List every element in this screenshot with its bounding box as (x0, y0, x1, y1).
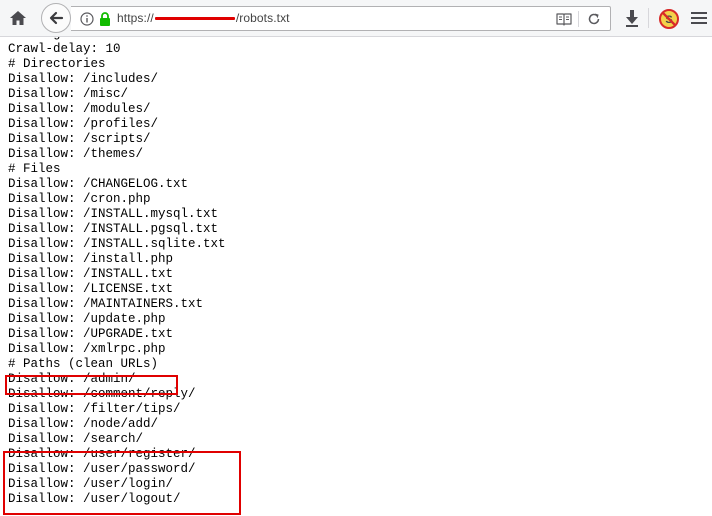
robots-line: Disallow: /INSTALL.pgsql.txt (8, 222, 219, 236)
url-suffix: /robots.txt (235, 11, 290, 25)
lock-icon[interactable] (99, 11, 111, 27)
robots-line: Disallow: /UPGRADE.txt (8, 327, 174, 341)
reader-view-icon[interactable] (555, 11, 573, 27)
robots-line: # Paths (clean URLs) (8, 357, 159, 371)
robots-line: Disallow: /CHANGELOG.txt (8, 177, 189, 191)
noscript-icon[interactable]: S (658, 8, 680, 30)
robots-line: Disallow: /update.php (8, 312, 166, 326)
robots-line: Disallow: /install.php (8, 252, 174, 266)
robots-line: Disallow: /node/add/ (8, 417, 159, 431)
urlbar-separator (578, 11, 579, 27)
robots-line: Crawl-delay: 10 (8, 42, 121, 56)
highlight-admin-box (5, 375, 178, 395)
robots-line: Disallow: /INSTALL.txt (8, 267, 174, 281)
robots-line: Disallow: /filter/tips/ (8, 402, 181, 416)
info-icon[interactable] (80, 12, 94, 26)
robots-line: Disallow: /profiles/ (8, 117, 159, 131)
robots-line: Disallow: /includes/ (8, 72, 159, 86)
robots-line: Disallow: /search/ (8, 432, 144, 446)
menu-icon[interactable] (690, 10, 708, 26)
redaction-mark (154, 17, 235, 21)
toolbar-separator (648, 8, 649, 28)
robots-line: Disallow: /INSTALL.sqlite.txt (8, 237, 226, 251)
robots-line: # Directories (8, 57, 106, 71)
robots-line: Disallow: /LICENSE.txt (8, 282, 174, 296)
highlight-user-paths-box (3, 451, 241, 515)
robots-line: # Files (8, 162, 61, 176)
back-button[interactable] (41, 3, 71, 33)
robots-line: Disallow: /misc/ (8, 87, 129, 101)
download-icon[interactable] (624, 9, 640, 27)
browser-toolbar: https:// /robots.txt S (0, 0, 712, 37)
robots-line: Disallow: /themes/ (8, 147, 144, 161)
page-content: User-agent: *Crawl-delay: 10# Directorie… (0, 37, 712, 516)
robots-line: Disallow: /INSTALL.mysql.txt (8, 207, 219, 221)
back-arrow-icon (49, 11, 64, 25)
robots-line: Disallow: /xmlrpc.php (8, 342, 166, 356)
robots-line: Disallow: /modules/ (8, 102, 151, 116)
url-prefix: https:// (117, 11, 154, 25)
url-bar[interactable]: https:// /robots.txt (71, 6, 611, 31)
url-text[interactable]: https:// /robots.txt (117, 11, 290, 25)
robots-text: User-agent: *Crawl-delay: 10# Directorie… (8, 37, 226, 507)
robots-line: Disallow: /cron.php (8, 192, 151, 206)
robots-line: Disallow: /scripts/ (8, 132, 151, 146)
home-icon (10, 11, 26, 25)
reload-icon[interactable] (586, 11, 602, 27)
home-button[interactable] (8, 8, 28, 28)
robots-line: Disallow: /MAINTAINERS.txt (8, 297, 204, 311)
